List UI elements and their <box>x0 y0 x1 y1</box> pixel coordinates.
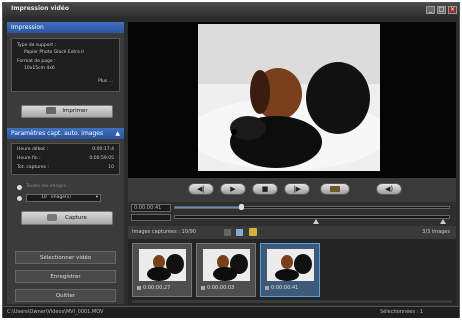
close-button[interactable]: × <box>448 6 457 14</box>
range-start-handle[interactable] <box>313 219 319 224</box>
format-label: Format de page : <box>17 59 56 64</box>
video-preview <box>128 22 456 178</box>
end-time-label: Heure fin : <box>17 156 41 161</box>
image-count: 3/3 images <box>422 229 450 235</box>
thumbnail-item[interactable]: 0:00:00:03 <box>196 243 256 297</box>
grid-view-icon[interactable] <box>224 229 231 236</box>
images-count-unit: image(s) <box>51 195 71 200</box>
camera-icon <box>47 214 58 221</box>
clip-icon <box>265 286 269 290</box>
thumbnail-image <box>139 249 186 281</box>
file-path: C:\Users\Owner\Videos\MVI_0001.MOV <box>7 309 104 315</box>
thumbnail-item-selected[interactable]: 0:00:00:41 <box>260 243 320 297</box>
maximize-button[interactable]: □ <box>437 6 446 14</box>
next-frame-button[interactable]: |▶ <box>284 183 310 195</box>
save-button[interactable]: Enregistrer <box>15 270 116 283</box>
list-view-icon[interactable] <box>236 229 243 236</box>
n-images-radio[interactable] <box>17 196 22 201</box>
selected-count: Sélectionnées : 1 <box>379 309 423 315</box>
thumbnail-image <box>267 249 314 281</box>
printer-icon <box>46 107 57 114</box>
minimize-button[interactable]: _ <box>426 6 435 14</box>
capture-frame-button[interactable] <box>320 183 350 195</box>
current-time: 0:00:00:41 <box>131 204 171 212</box>
seek-track[interactable] <box>174 204 450 210</box>
print-button-label: Imprimer <box>62 108 88 114</box>
start-time-value: 0:00:17:4 <box>92 147 114 152</box>
select-video-button[interactable]: Sélectionner vidéo <box>15 251 116 264</box>
capture-settings-box: Heure début : 0:00:17:4 Heure fin : 0:00… <box>11 143 120 175</box>
format-value: 10x15cm 4x6 <box>24 66 55 71</box>
camera-icon <box>330 186 340 192</box>
total-captures-value: 10 <box>108 165 114 170</box>
left-panel: Impression Type de support : Papier Phot… <box>7 22 124 304</box>
images-count-value: 10 <box>41 195 47 200</box>
collapse-icon: ▲ <box>115 130 120 137</box>
start-time-label: Heure début : <box>17 147 48 152</box>
capture-button-label: Capture <box>65 215 87 221</box>
seek-thumb[interactable] <box>238 204 244 210</box>
thumbnail-time: 0:00:00:41 <box>271 285 299 291</box>
thumbnail-time: 0:00:00:03 <box>207 285 235 291</box>
playback-controls: ◀| ▶ ■ |▶ ◀) <box>128 178 456 202</box>
thumbnail-image <box>203 249 250 281</box>
filmstrip-scrollbar[interactable] <box>132 300 452 303</box>
range-end-handle[interactable] <box>440 219 446 224</box>
total-captures-label: Tot. captures : <box>17 165 49 170</box>
play-button[interactable]: ▶ <box>220 183 246 195</box>
capture-section-header[interactable]: Paramètres capt. auto. images ▲ <box>7 128 124 139</box>
timecode-spinner[interactable] <box>131 214 171 221</box>
print-button[interactable]: Imprimer <box>21 105 113 118</box>
more-settings-link[interactable]: Plus ... <box>98 79 113 84</box>
title-bar: Impression vidéo _ □ × <box>3 3 459 18</box>
exit-button[interactable]: Quitter <box>15 289 116 302</box>
images-count-select[interactable]: 10 image(s) ▾ <box>26 194 101 202</box>
dropdown-arrow-icon: ▾ <box>95 195 98 200</box>
video-frame-image <box>198 24 380 171</box>
stop-button[interactable]: ■ <box>252 183 278 195</box>
clip-icon <box>137 286 141 290</box>
end-time-value: 0:00:59:05 <box>89 156 114 161</box>
edit-icon[interactable] <box>249 228 257 236</box>
capture-section-title: Paramètres capt. auto. images <box>11 130 104 137</box>
all-images-radio[interactable] <box>17 185 22 190</box>
clip-icon <box>201 286 205 290</box>
range-track[interactable] <box>174 215 450 219</box>
print-section-header: Impression <box>7 22 124 33</box>
support-value: Papier Photo Glacé Extra II <box>24 50 84 55</box>
volume-button[interactable]: ◀) <box>376 183 402 195</box>
capture-button[interactable]: Capture <box>21 211 113 225</box>
status-bar: C:\Users\Owner\Videos\MVI_0001.MOV Sélec… <box>3 306 459 318</box>
seek-fill <box>175 207 241 208</box>
filmstrip: 0:00:00:27 0:00:00:03 0:00:00:41 <box>128 239 456 305</box>
seek-area: 0:00:00:41 <box>128 202 456 226</box>
prev-frame-button[interactable]: ◀| <box>188 183 214 195</box>
filmstrip-header: Images capturées : 10/90 3/3 images <box>128 226 456 239</box>
window-title: Impression vidéo <box>11 5 69 12</box>
thumbnail-time: 0:00:00:27 <box>143 285 171 291</box>
print-settings-box: Type de support : Papier Photo Glacé Ext… <box>11 38 120 92</box>
captured-images-label: Images capturées : 10/90 <box>132 229 196 235</box>
all-images-label: Toutes les images <box>26 184 67 189</box>
thumbnail-item[interactable]: 0:00:00:27 <box>132 243 192 297</box>
support-label: Type de support : <box>17 43 57 48</box>
